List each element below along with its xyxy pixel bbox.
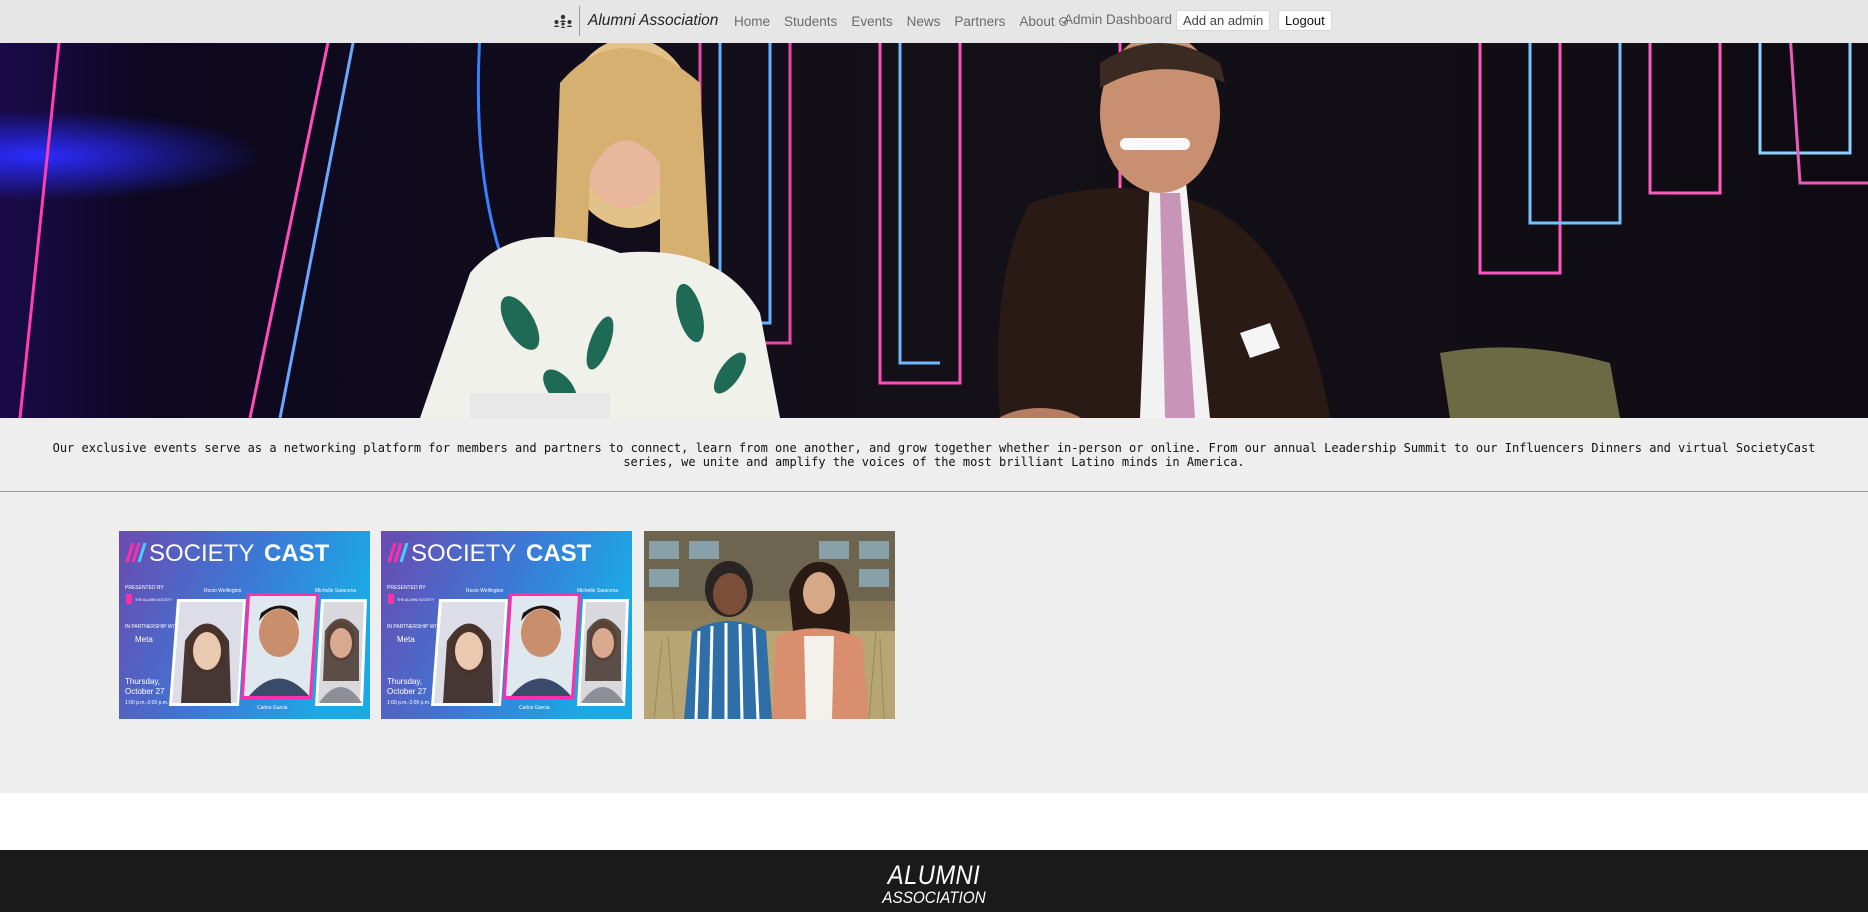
event-date: October 27 bbox=[387, 687, 427, 696]
footer-logo-line1: ALUMNI bbox=[887, 860, 981, 890]
speaker-1: Rocio Wellington bbox=[466, 588, 504, 594]
speaker-1: Rocio Wellington bbox=[204, 588, 242, 594]
speaker-3: Carlos Garcia bbox=[519, 705, 550, 711]
presented-by-label: PRESENTED BY bbox=[387, 585, 426, 591]
event-card-societycast-2[interactable]: SOCIETY CAST PRESENTED BY THE ALUMNI SOC… bbox=[381, 531, 632, 719]
partner-name: Meta bbox=[397, 635, 415, 644]
societycast-title-part2: CAST bbox=[526, 540, 592, 567]
top-navbar: Alumni Association Home Students Events … bbox=[0, 0, 1868, 43]
nav-about-label: About bbox=[1019, 14, 1055, 29]
societycast-title-part1: SOCIETY bbox=[149, 540, 254, 567]
event-time: 1:00 p.m.-2:00 p.m. ET bbox=[125, 700, 176, 706]
partnership-label: IN PARTNERSHIP WITH bbox=[125, 624, 181, 630]
people-network-icon bbox=[546, 6, 580, 36]
logout-button[interactable]: Logout bbox=[1278, 10, 1332, 31]
speaker-2: Michelle Saracena bbox=[315, 588, 356, 594]
partnership-label: IN PARTNERSHIP WITH bbox=[387, 624, 443, 630]
site-footer: ALUMNI ASSOCIATION bbox=[0, 850, 1868, 912]
events-intro: Our exclusive events serve as a networki… bbox=[0, 418, 1868, 492]
event-card-societycast-1[interactable]: SOCIETY CAST PRESENTED BY THE ALUMNI SOC… bbox=[119, 531, 370, 719]
events-gallery: SOCIETY CAST PRESENTED BY THE ALUMNI SOC… bbox=[0, 492, 1868, 793]
nav-events[interactable]: Events bbox=[851, 14, 892, 29]
society-label: THE ALUMNI SOCIETY bbox=[135, 598, 173, 602]
add-admin-button[interactable]: Add an admin bbox=[1176, 10, 1271, 31]
event-time: 1:00 p.m.-2:00 p.m. ET bbox=[387, 700, 438, 706]
brand-name: Alumni Association bbox=[588, 12, 719, 29]
admin-dashboard-link[interactable]: Admin Dashboard bbox=[1064, 12, 1172, 27]
nav-news[interactable]: News bbox=[907, 14, 941, 29]
societycast-title-part1: SOCIETY bbox=[411, 540, 516, 567]
event-card-photo[interactable] bbox=[644, 531, 895, 719]
nav-about[interactable]: About bbox=[1019, 14, 1068, 29]
intro-text: Our exclusive events serve as a networki… bbox=[52, 440, 1816, 469]
footer-logo-line2: ASSOCIATION bbox=[882, 888, 986, 907]
speaker-3: Carlos Garcia bbox=[257, 705, 288, 711]
societycast-title-part2: CAST bbox=[264, 540, 330, 567]
event-date: October 27 bbox=[125, 687, 165, 696]
partner-name: Meta bbox=[135, 635, 153, 644]
nav-links: Home Students Events News Partners About bbox=[734, 0, 1082, 43]
event-day: Thursday, bbox=[387, 677, 422, 686]
event-day: Thursday, bbox=[125, 677, 160, 686]
presented-by-label: PRESENTED BY bbox=[125, 585, 164, 591]
speaker-2: Michelle Saracena bbox=[577, 588, 618, 594]
society-label: THE ALUMNI SOCIETY bbox=[397, 598, 435, 602]
nav-home[interactable]: Home bbox=[734, 14, 770, 29]
brand[interactable]: Alumni Association bbox=[546, 6, 718, 36]
nav-partners[interactable]: Partners bbox=[954, 14, 1005, 29]
nav-students[interactable]: Students bbox=[784, 14, 837, 29]
hero-image bbox=[0, 43, 1868, 418]
